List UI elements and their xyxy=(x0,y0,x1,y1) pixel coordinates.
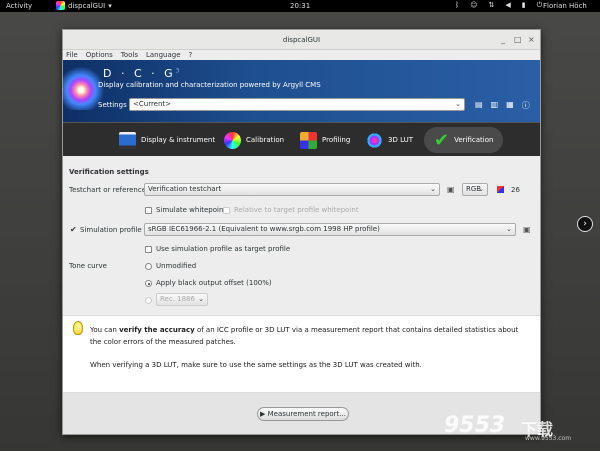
tab-label: Calibration xyxy=(246,136,285,144)
activities-button[interactable]: Activity xyxy=(6,2,32,10)
testchart-label: Testchart or reference xyxy=(69,186,147,194)
simulation-profile-check-icon[interactable]: ✔ xyxy=(70,225,77,234)
patch-count: 26 xyxy=(511,186,520,194)
tone-unmodified-radio[interactable] xyxy=(145,263,152,270)
use-simulation-target-label: Use simulation profile as target profile xyxy=(156,245,291,253)
watermark-domain: www.9553.com xyxy=(525,435,572,442)
chevron-down-icon: ⌄ xyxy=(455,100,461,108)
tab-label: 3D LUT xyxy=(388,136,414,144)
tone-black-offset-radio[interactable] xyxy=(145,280,152,287)
tab-display-instrument[interactable]: Display & instrument xyxy=(119,123,215,157)
tab-bar: Display & instrument Calibration Profili… xyxy=(63,122,540,156)
tab-verification[interactable]: ✔ Verification xyxy=(424,127,504,153)
chevron-down-icon: ⌄ xyxy=(506,225,512,233)
watermark-number: 9553 xyxy=(444,413,506,438)
simulation-profile-label: Simulation profile xyxy=(80,226,142,234)
tone-black-offset-label: Apply black output offset (100%) xyxy=(156,279,272,287)
user-menu[interactable]: Florian Höch xyxy=(543,2,587,10)
tone-rec-radio[interactable] xyxy=(145,297,152,304)
testchart-value: Verification testchart xyxy=(148,185,222,193)
next-arrow-button[interactable]: › xyxy=(577,216,593,232)
menu-options[interactable]: Options xyxy=(86,50,113,60)
close-button[interactable]: × xyxy=(528,36,535,44)
simulation-profile-dropdown[interactable]: sRGB IEC61966-2.1 (Equivalent to www.srg… xyxy=(144,223,516,236)
lut-cube-icon xyxy=(366,131,383,149)
network-icon: ⇅ xyxy=(488,1,495,9)
tab-calibration[interactable]: Calibration xyxy=(224,123,284,157)
maximize-button[interactable]: □ xyxy=(514,36,522,44)
delete-settings-icon[interactable]: ▦ xyxy=(506,100,514,111)
accessibility-icon: ☺ xyxy=(470,1,478,9)
top-bar: Activity dispcalGUI ▾ 20:31 ᛒ ☺ ⇅ ◀ ▮ ⏻ … xyxy=(0,0,600,12)
color-grid-icon xyxy=(300,131,317,149)
color-wheel-icon xyxy=(224,131,241,149)
tab-label: Verification xyxy=(454,136,494,144)
window-title: dispcalGUI xyxy=(282,36,321,44)
simulation-profile-value: sRGB IEC61966-2.1 (Equivalent to www.srg… xyxy=(148,225,380,233)
save-settings-icon[interactable]: ▥ xyxy=(491,100,499,111)
power-icon: ⏻ xyxy=(536,1,543,9)
chevron-down-icon: ⌄ xyxy=(430,185,436,193)
header-banner: D · C · G3 Display calibration and chara… xyxy=(63,60,540,156)
measurement-report-button[interactable]: ▶ Measurement report... xyxy=(257,407,349,421)
tab-3d-lut[interactable]: 3D LUT xyxy=(366,123,413,157)
bluetooth-icon: ᛒ xyxy=(455,1,460,9)
app-icon xyxy=(56,1,65,10)
testchart-dropdown[interactable]: Verification testchart ⌄ xyxy=(144,183,440,196)
load-settings-icon[interactable]: ▤ xyxy=(475,100,483,111)
info-line-3: When verifying a 3D LUT, make sure to us… xyxy=(90,361,422,369)
relative-whitepoint-label: Relative to target profile whitepoint xyxy=(234,206,359,214)
minimize-button[interactable]: _ xyxy=(501,36,505,44)
measurement-report-label: Measurement report... xyxy=(267,410,346,418)
chevron-down-icon: ⌄ xyxy=(198,295,204,303)
use-simulation-target-checkbox[interactable] xyxy=(145,246,152,253)
play-icon: ▶ xyxy=(260,410,266,418)
tab-profiling[interactable]: Profiling xyxy=(300,123,350,157)
system-tray[interactable]: ᛒ ☺ ⇅ ◀ ▮ ⏻ xyxy=(455,1,542,10)
folder-icon[interactable]: ▣ xyxy=(447,185,455,194)
app-menu[interactable]: dispcalGUI ▾ xyxy=(56,1,112,10)
patch-preview-icon[interactable] xyxy=(497,186,504,193)
settings-value: <Current> xyxy=(133,100,172,108)
tagline: Display calibration and characterization… xyxy=(98,81,321,89)
menu-tools[interactable]: Tools xyxy=(121,50,138,60)
menu-file[interactable]: File xyxy=(66,50,78,60)
info-line-2: the color errors of the measured patches… xyxy=(90,338,236,346)
title-bar: dispcalGUI _ □ × xyxy=(63,30,540,50)
tone-rec-value: Rec. 1886 xyxy=(160,295,195,303)
battery-icon: ▮ xyxy=(521,1,526,9)
info-line-1: You can verify the accuracy of an ICC pr… xyxy=(90,326,519,334)
tone-unmodified-label: Unmodified xyxy=(156,262,197,270)
settings-label: Settings xyxy=(98,101,127,109)
folder-icon[interactable]: ▣ xyxy=(523,225,531,234)
section-title: Verification settings xyxy=(69,168,149,176)
menu-language[interactable]: Language xyxy=(146,50,181,60)
tab-label: Display & instrument xyxy=(141,136,216,144)
app-menu-label: dispcalGUI xyxy=(68,1,106,10)
simulate-whitepoint-label: Simulate whitepoint xyxy=(156,206,227,214)
app-window: dispcalGUI _ □ × File Options Tools Lang… xyxy=(62,29,541,435)
info-panel: You can verify the accuracy of an ICC pr… xyxy=(63,315,540,393)
tone-curve-label: Tone curve xyxy=(69,262,107,270)
colorspace-dropdown[interactable]: RGB ⌄ xyxy=(462,183,488,196)
chevron-down-icon: ⌄ xyxy=(478,185,484,193)
volume-icon: ◀ xyxy=(505,1,511,9)
menu-bar: File Options Tools Language ? xyxy=(63,50,540,60)
tab-label: Profiling xyxy=(322,136,351,144)
lightbulb-icon xyxy=(73,321,83,335)
clock[interactable]: 20:31 xyxy=(290,2,310,10)
settings-actions: ▤ ▥ ▦ ⓘ xyxy=(475,100,530,111)
simulate-whitepoint-checkbox[interactable] xyxy=(145,207,152,214)
settings-dropdown[interactable]: <Current> ⌄ xyxy=(129,98,465,111)
info-icon[interactable]: ⓘ xyxy=(522,100,530,111)
menu-help[interactable]: ? xyxy=(189,50,193,60)
tone-rec-dropdown[interactable]: Rec. 1886 ⌄ xyxy=(156,293,208,306)
relative-whitepoint-checkbox[interactable] xyxy=(223,207,230,214)
display-icon xyxy=(119,131,136,149)
app-logo: D · C · G3 xyxy=(103,67,183,80)
chevron-down-icon: ▾ xyxy=(108,1,112,10)
checkmark-icon: ✔ xyxy=(434,129,450,151)
